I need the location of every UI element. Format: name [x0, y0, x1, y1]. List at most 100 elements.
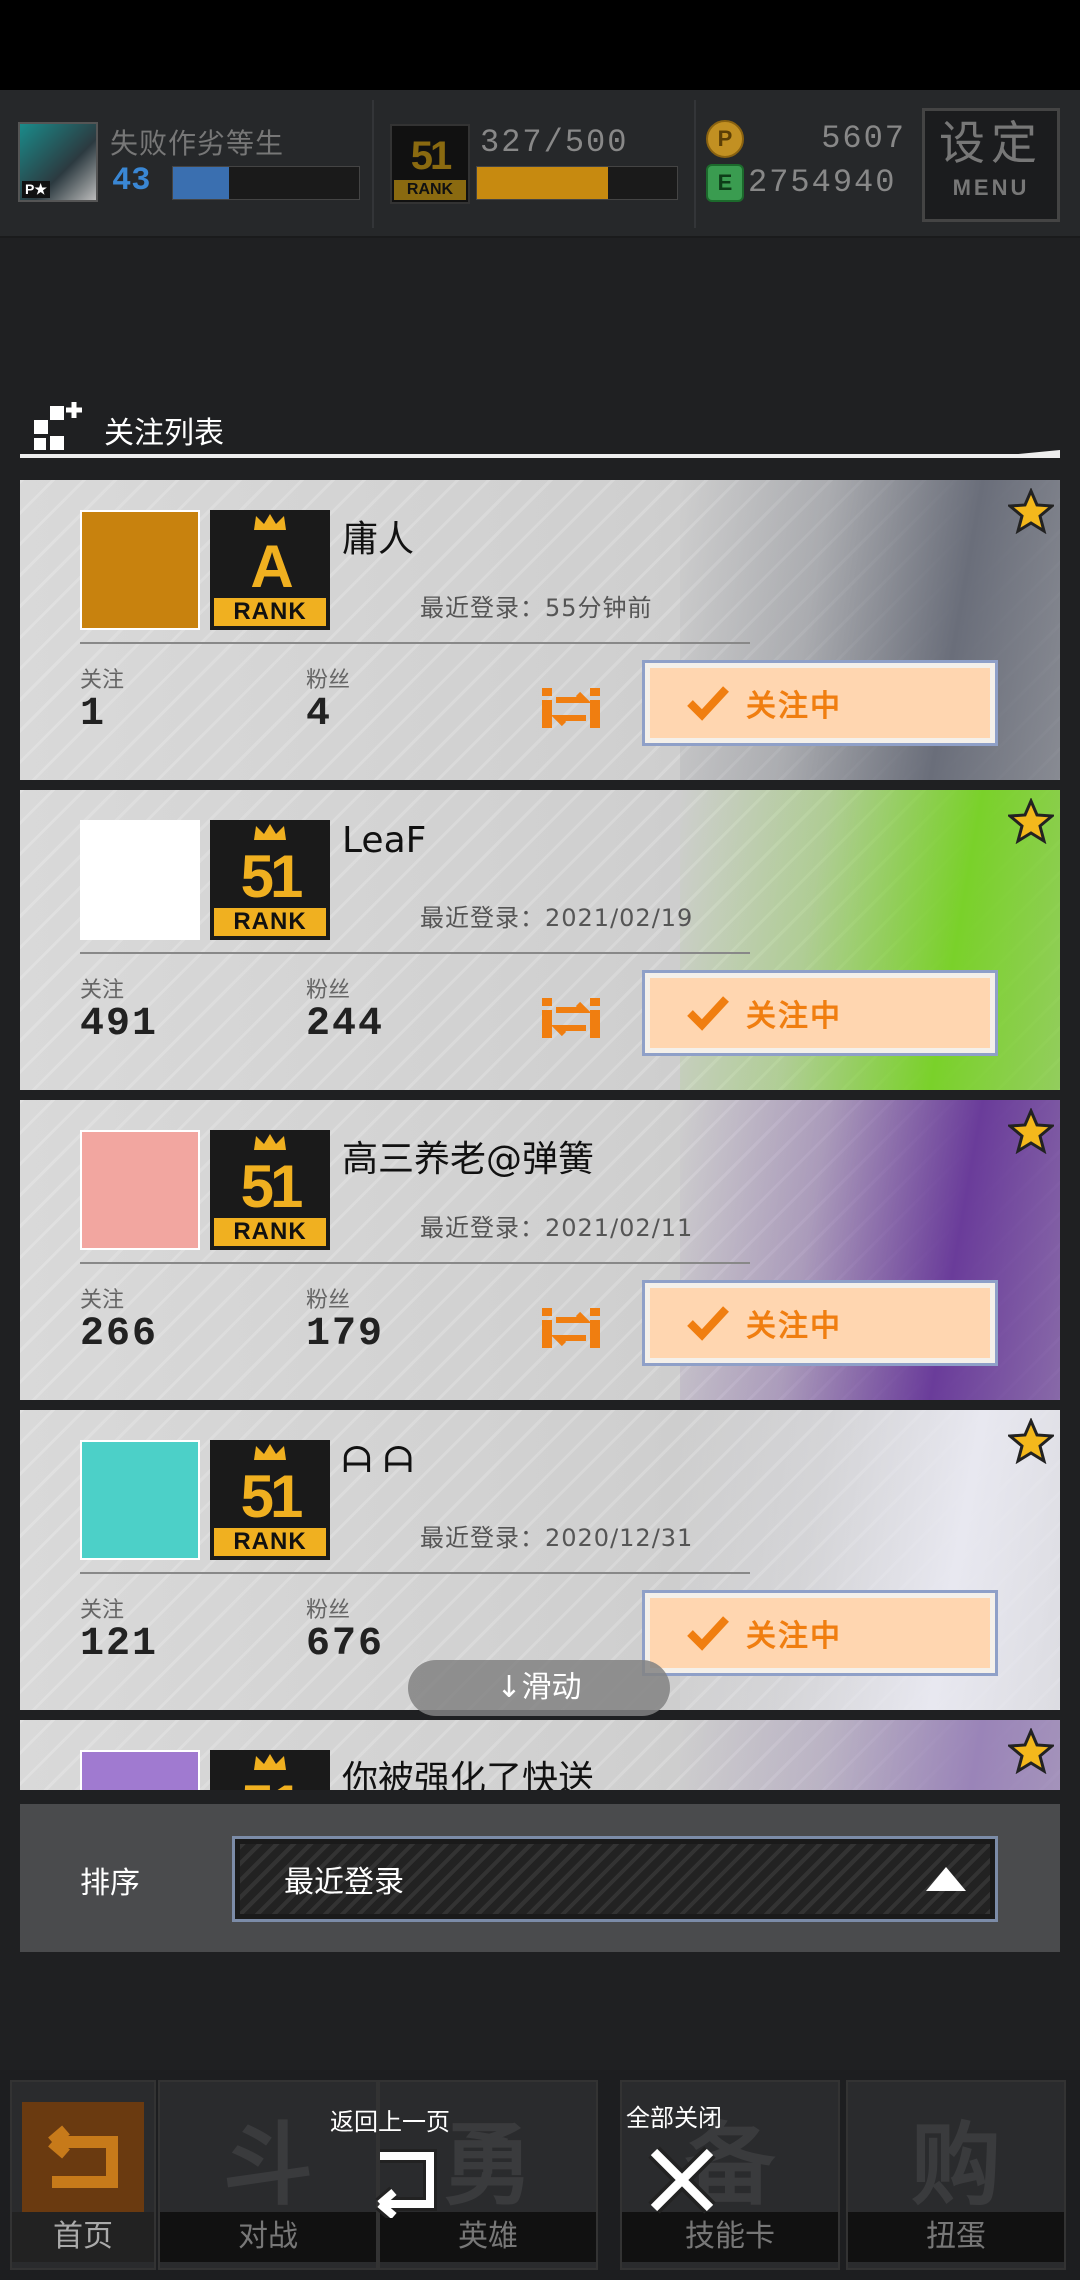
friend-card[interactable]: 51 RANK LeaF 最近登录：2021/02/19 关注 491 粉丝 2…: [20, 790, 1060, 1090]
last-login: 最近登录：2021/02/19: [420, 904, 694, 932]
status-bar: [0, 0, 1080, 90]
rank-badge-letters: 51: [410, 134, 453, 178]
following-button-label: 关注中: [746, 999, 842, 1034]
friend-card[interactable]: 51 RANK 高三养老@弹簧 最近登录：2021/02/11 关注 266 粉…: [20, 1100, 1060, 1400]
rank-letters: 51: [240, 1463, 304, 1530]
fans-label: 粉丝: [306, 1288, 351, 1313]
rank-icon: 51 RANK: [210, 1440, 330, 1560]
avatar-tag: P★: [22, 181, 50, 198]
close-icon[interactable]: [644, 2142, 720, 2218]
rank-icon: 51 RANK: [210, 1130, 330, 1250]
following-button[interactable]: 关注中: [642, 1590, 998, 1676]
settings-menu-button[interactable]: 设定 MENU: [922, 108, 1060, 222]
friend-avatar[interactable]: [80, 510, 200, 630]
player-name: 失败作劣等生: [110, 127, 285, 160]
fans-count: 4: [306, 692, 333, 737]
star-icon[interactable]: [1008, 1418, 1054, 1464]
check-icon: [687, 1306, 729, 1341]
nav-gacha-label: 扭蛋: [848, 2212, 1064, 2262]
friend-avatar[interactable]: [80, 1130, 200, 1250]
following-label: 关注: [80, 1288, 125, 1313]
nav-skill-card-label: 技能卡: [622, 2212, 838, 2262]
nav-battle-label: 对战: [160, 2212, 376, 2262]
star-icon[interactable]: [1008, 798, 1054, 844]
following-label: 关注: [80, 668, 125, 693]
back-label: 返回上一页: [330, 2108, 450, 2136]
following-button[interactable]: 关注中: [642, 1280, 998, 1366]
following-button-label: 关注中: [746, 1309, 842, 1344]
nav-gacha[interactable]: 购 扭蛋: [846, 2080, 1066, 2270]
gacha-icon: 购: [911, 2113, 1001, 2218]
check-icon: [687, 996, 729, 1031]
friend-avatar[interactable]: [80, 1440, 200, 1560]
rank-icon: 51 RANK: [210, 820, 330, 940]
following-count: 121: [80, 1622, 159, 1667]
player-avatar[interactable]: P★: [18, 122, 98, 202]
top-hud: [0, 90, 1080, 238]
credit-icon: E: [706, 164, 744, 202]
rank-letters: 51: [240, 843, 304, 910]
player-level: 43: [112, 162, 151, 199]
home-icon: [22, 2102, 144, 2212]
rank-progress-bar: [476, 166, 678, 200]
mutual-follow-icon: [542, 1308, 600, 1348]
fans-count: 676: [306, 1622, 385, 1667]
rank-progress-text: 327/500: [480, 124, 629, 161]
following-button-label: 关注中: [746, 1619, 842, 1654]
friend-name: 庸人: [342, 519, 415, 560]
card-divider: [80, 642, 750, 644]
star-icon[interactable]: [1008, 1728, 1054, 1774]
swipe-hint: ↓滑动: [408, 1660, 670, 1716]
following-label: 关注: [80, 1598, 125, 1623]
rank-icon: A RANK: [210, 510, 330, 630]
level-progress-bar: [172, 166, 360, 200]
fans-label: 粉丝: [306, 1598, 351, 1623]
friend-card[interactable]: A RANK 庸人 最近登录：55分钟前 关注 1 粉丝 4 关注中: [20, 480, 1060, 780]
back-arrow-icon[interactable]: [362, 2142, 446, 2218]
card-divider: [80, 952, 750, 954]
rank-badge-icon: 51 RANK: [390, 124, 470, 204]
following-count: 266: [80, 1312, 159, 1357]
character-art: [680, 1720, 1060, 1790]
triangle-up-icon: [926, 1867, 966, 1891]
rank-icon: 51 RANK: [210, 1750, 330, 1790]
gold-amount: 5607: [821, 120, 906, 157]
star-icon[interactable]: [1008, 488, 1054, 534]
rank-badge-label: RANK: [394, 180, 466, 200]
sort-dropdown[interactable]: 最近登录: [232, 1836, 998, 1922]
mutual-follow-icon: [542, 998, 600, 1038]
nav-home[interactable]: 首页: [10, 2080, 156, 2270]
mutual-follow-icon: [542, 688, 600, 728]
friend-name: 高三养老@弹簧: [342, 1139, 595, 1180]
rank-label: RANK: [214, 1528, 326, 1556]
last-login: 最近登录：55分钟前: [420, 594, 653, 622]
follow-list-icon: [34, 402, 82, 450]
nav-home-label: 首页: [12, 2212, 154, 2262]
gold-coin-icon: P: [706, 120, 744, 158]
friend-card[interactable]: 51 RANK 你被强化了快送: [20, 1720, 1060, 1790]
sort-label: 排序: [80, 1866, 140, 1901]
check-icon: [687, 1616, 729, 1651]
menu-label: MENU: [952, 175, 1030, 200]
rank-letters: A: [250, 533, 293, 600]
rank-letters: 51: [240, 1153, 304, 1220]
friend-name: 你被强化了快送: [342, 1759, 595, 1790]
last-login: 最近登录：2021/02/11: [420, 1214, 694, 1242]
hud-separator: [694, 100, 696, 228]
following-button[interactable]: 关注中: [642, 970, 998, 1056]
card-divider: [80, 1262, 750, 1264]
card-divider: [80, 1572, 750, 1574]
close-all-label: 全部关闭: [626, 2104, 722, 2132]
rank-label: RANK: [214, 908, 326, 936]
friend-avatar[interactable]: [80, 1750, 200, 1790]
nav-hero-label: 英雄: [380, 2212, 596, 2262]
friend-avatar[interactable]: [80, 820, 200, 940]
following-button-label: 关注中: [746, 689, 842, 724]
fans-count: 179: [306, 1312, 385, 1357]
credit-amount: 2754940: [748, 164, 897, 201]
following-button[interactable]: 关注中: [642, 660, 998, 746]
fans-label: 粉丝: [306, 668, 351, 693]
rank-letters: 51: [210, 1772, 330, 1790]
star-icon[interactable]: [1008, 1108, 1054, 1154]
check-icon: [687, 686, 729, 721]
